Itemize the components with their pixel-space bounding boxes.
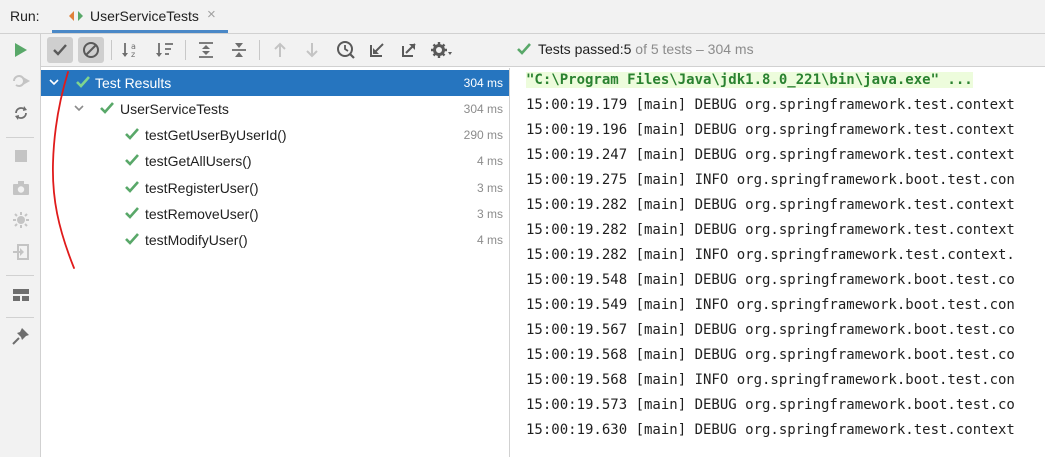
tree-item-label: testGetAllUsers() bbox=[145, 153, 252, 169]
exit-icon[interactable] bbox=[8, 239, 34, 265]
chevron-down-icon[interactable] bbox=[73, 102, 85, 114]
console-line: 15:00:19.282 [main] DEBUG org.springfram… bbox=[526, 197, 1015, 213]
tree-item-test[interactable]: testModifyUser() 4 ms bbox=[41, 227, 509, 253]
left-toolbar bbox=[0, 34, 41, 457]
next-failed-icon[interactable] bbox=[299, 37, 325, 63]
separator bbox=[6, 275, 34, 276]
rerun-failed-icon[interactable] bbox=[8, 68, 34, 94]
separator bbox=[6, 137, 34, 138]
screenshot-icon[interactable] bbox=[8, 175, 34, 201]
tree-item-time: 4 ms bbox=[476, 233, 503, 247]
console-line: 15:00:19.573 [main] DEBUG org.springfram… bbox=[526, 397, 1015, 413]
check-icon bbox=[125, 154, 139, 166]
close-icon[interactable]: × bbox=[207, 6, 216, 23]
check-icon bbox=[125, 233, 139, 245]
pin-icon[interactable] bbox=[8, 323, 34, 349]
check-icon bbox=[517, 43, 531, 55]
console-line: 15:00:19.179 [main] DEBUG org.springfram… bbox=[526, 97, 1015, 113]
tree-item-time: 304 ms bbox=[463, 102, 503, 116]
import-icon[interactable] bbox=[364, 37, 390, 63]
status-prefix: Tests passed: bbox=[538, 41, 624, 57]
export-icon[interactable] bbox=[8, 207, 34, 233]
console-line: 15:00:19.275 [main] INFO org.springframe… bbox=[526, 172, 1015, 188]
tree-item-label: testModifyUser() bbox=[145, 232, 248, 248]
console-command-line: "C:\Program Files\Java\jdk1.8.0_221\bin\… bbox=[526, 72, 973, 88]
sort-duration-icon[interactable] bbox=[152, 37, 178, 63]
separator bbox=[6, 317, 34, 318]
tree-item-time: 290 ms bbox=[463, 128, 503, 142]
tree-item-time: 4 ms bbox=[476, 154, 503, 168]
console-line: 15:00:19.568 [main] DEBUG org.springfram… bbox=[526, 347, 1015, 363]
toggle-auto-test-icon[interactable] bbox=[8, 100, 34, 126]
expand-all-icon[interactable] bbox=[193, 37, 219, 63]
check-icon bbox=[125, 128, 139, 140]
console-line: 15:00:19.568 [main] INFO org.springframe… bbox=[526, 372, 1015, 388]
tree-item-test[interactable]: testRemoveUser() 3 ms bbox=[41, 201, 509, 227]
console-line: 15:00:19.549 [main] INFO org.springframe… bbox=[526, 297, 1015, 313]
test-status: Tests passed: 5 of 5 tests – 304 ms bbox=[516, 41, 754, 57]
tree-item-time: 3 ms bbox=[476, 181, 503, 195]
console-line: 15:00:19.196 [main] DEBUG org.springfram… bbox=[526, 122, 1015, 138]
layout-icon[interactable] bbox=[8, 282, 34, 308]
tree-item-label: testRemoveUser() bbox=[145, 206, 259, 222]
tree-item-time: 304 ms bbox=[463, 76, 503, 90]
test-config-icon bbox=[68, 9, 84, 23]
tree-item-test[interactable]: testGetUserByUserId() 290 ms bbox=[41, 122, 509, 148]
tab-user-service-tests[interactable]: UserServiceTests × bbox=[52, 0, 228, 33]
test-toolbar: a z Tests passed: 5 of 5 tests – 304 ms bbox=[41, 34, 1045, 67]
test-results-tree: Test Results 304 ms UserServiceTests 304… bbox=[41, 68, 510, 457]
console-line: 15:00:19.567 [main] DEBUG org.springfram… bbox=[526, 322, 1015, 338]
collapse-all-icon[interactable] bbox=[226, 37, 252, 63]
tree-item-label: UserServiceTests bbox=[120, 101, 229, 117]
console-output[interactable]: "C:\Program Files\Java\jdk1.8.0_221\bin\… bbox=[511, 68, 1045, 457]
console-line: 15:00:19.282 [main] DEBUG org.springfram… bbox=[526, 222, 1015, 238]
tab-title: UserServiceTests bbox=[90, 8, 199, 24]
tree-item-test[interactable]: testGetAllUsers() 4 ms bbox=[41, 148, 509, 174]
tree-item-label: testRegisterUser() bbox=[145, 180, 259, 196]
run-label: Run: bbox=[10, 8, 40, 24]
status-passed-count: 5 bbox=[623, 41, 632, 57]
stop-icon[interactable] bbox=[8, 143, 34, 169]
check-icon bbox=[100, 102, 114, 114]
console-line: 15:00:19.548 [main] DEBUG org.springfram… bbox=[526, 272, 1015, 288]
export-results-icon[interactable] bbox=[396, 37, 422, 63]
tree-item-test[interactable]: testRegisterUser() 3 ms bbox=[41, 175, 509, 201]
console-line: 15:00:19.247 [main] DEBUG org.springfram… bbox=[526, 147, 1015, 163]
tree-item-test-results[interactable]: Test Results 304 ms bbox=[41, 70, 509, 96]
rerun-icon[interactable] bbox=[8, 37, 34, 63]
chevron-down-icon[interactable] bbox=[48, 76, 60, 88]
show-ignored-icon[interactable] bbox=[78, 37, 104, 63]
check-icon bbox=[76, 76, 90, 88]
history-icon[interactable] bbox=[333, 37, 359, 63]
console-line: 15:00:19.630 [main] DEBUG org.springfram… bbox=[526, 422, 1015, 438]
check-icon bbox=[125, 207, 139, 219]
check-icon bbox=[125, 181, 139, 193]
previous-failed-icon[interactable] bbox=[267, 37, 293, 63]
tree-item-label: Test Results bbox=[95, 75, 172, 91]
tree-item-label: testGetUserByUserId() bbox=[145, 127, 287, 143]
tree-item-suite[interactable]: UserServiceTests 304 ms bbox=[41, 96, 509, 122]
sort-alpha-icon[interactable]: a z bbox=[118, 37, 144, 63]
status-summary: of 5 tests – 304 ms bbox=[631, 41, 754, 57]
show-passed-icon[interactable] bbox=[47, 37, 73, 63]
svg-text:z: z bbox=[131, 50, 135, 59]
console-line: 15:00:19.282 [main] INFO org.springframe… bbox=[526, 247, 1015, 263]
tree-item-time: 3 ms bbox=[476, 207, 503, 221]
settings-icon[interactable] bbox=[429, 37, 455, 63]
run-tool-window-header: Run: UserServiceTests × bbox=[0, 0, 1045, 34]
